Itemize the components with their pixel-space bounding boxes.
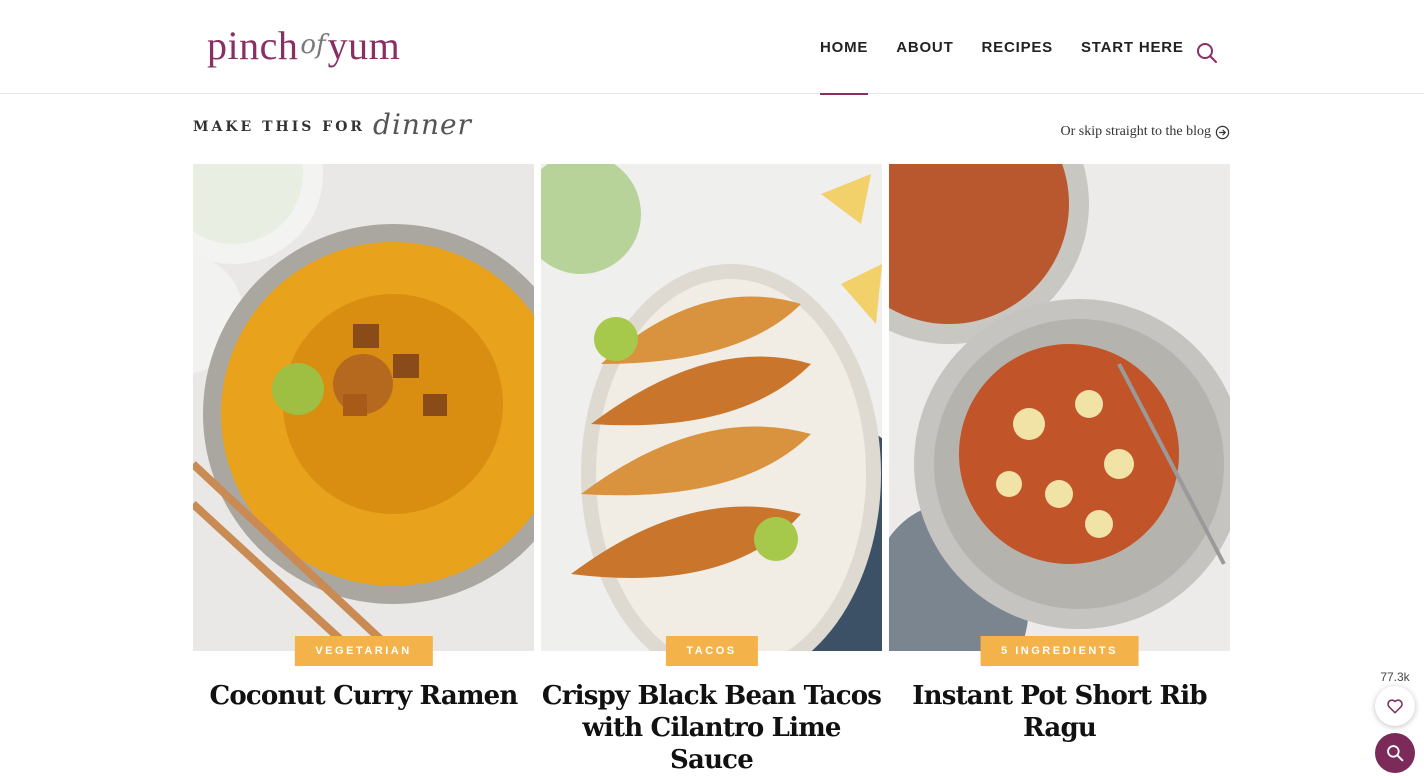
category-badge[interactable]: 5 INGREDIENTS — [980, 636, 1139, 666]
recipe-title[interactable]: Instant Pot Short Rib Ragu — [889, 680, 1230, 744]
nav-item-label: HOME — [820, 38, 869, 56]
recipe-image[interactable] — [193, 164, 534, 651]
logo-word-yum: yum — [327, 23, 401, 68]
section-heading-text: MAKE THIS FOR — [193, 119, 366, 135]
favorite-button[interactable] — [1375, 686, 1415, 726]
nav-item-start-here[interactable]: START HERE — [1067, 0, 1198, 94]
recipe-card: TACOS Crispy Black Bean Tacos with Cilan… — [541, 164, 882, 775]
nav-item-about[interactable]: ABOUT — [882, 0, 967, 94]
category-badge[interactable]: VEGETARIAN — [294, 636, 433, 666]
site-logo[interactable]: pinch of yum — [207, 22, 400, 78]
recipe-title[interactable]: Coconut Curry Ramen — [193, 680, 534, 712]
category-badge[interactable]: TACOS — [665, 636, 758, 666]
site-header: pinch of yum HOME ABOUT RECIPES START HE… — [0, 0, 1424, 95]
nav-item-recipes[interactable]: RECIPES — [968, 0, 1067, 94]
nav-item-label: ABOUT — [896, 38, 954, 56]
section-heading-script: dinner — [373, 108, 472, 141]
nav-item-label: START HERE — [1080, 38, 1184, 56]
skip-to-blog-label: Or skip straight to the blog — [1060, 124, 1212, 139]
nav-item-label: RECIPES — [981, 38, 1053, 56]
floating-search-button[interactable] — [1375, 733, 1415, 773]
skip-to-blog-link[interactable]: Or skip straight to the blog — [1061, 124, 1231, 140]
logo-word-of: of — [300, 30, 326, 60]
search-icon — [1387, 745, 1404, 762]
recipe-title[interactable]: Crispy Black Bean Tacos with Cilantro Li… — [541, 680, 882, 776]
nav-item-home[interactable]: HOME — [806, 0, 882, 95]
recipe-card: VEGETARIAN Coconut Curry Ramen — [193, 164, 534, 711]
recipe-image[interactable] — [889, 164, 1230, 651]
favorites-count: 77.3k — [1380, 670, 1410, 684]
main-nav: HOME ABOUT RECIPES START HERE — [806, 0, 1198, 95]
heart-icon — [1387, 699, 1403, 714]
search-icon[interactable] — [1196, 42, 1218, 64]
recipe-card: 5 INGREDIENTS Instant Pot Short Rib Ragu — [889, 164, 1230, 743]
section-heading: MAKE THIS FOR dinner — [193, 108, 472, 141]
recipe-image[interactable] — [541, 164, 882, 651]
arrow-right-circle-icon — [1215, 125, 1230, 139]
logo-word-pinch: pinch — [207, 23, 299, 68]
